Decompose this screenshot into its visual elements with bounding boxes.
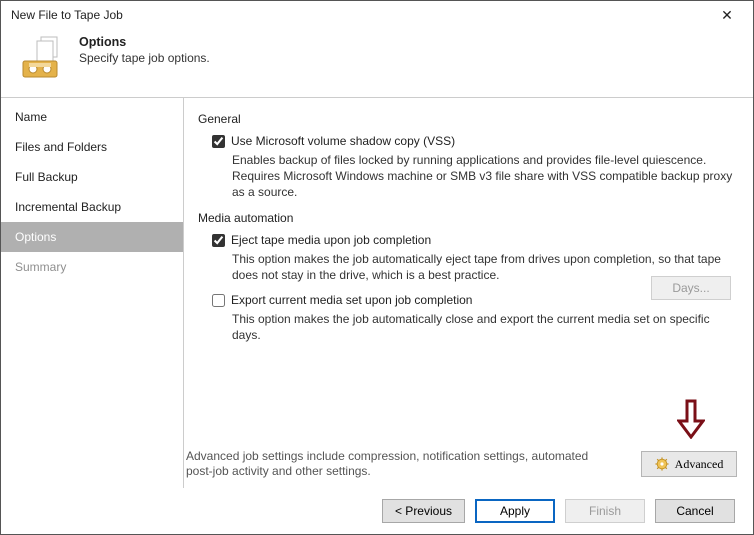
finish-button: Finish	[565, 499, 645, 523]
close-button[interactable]: ✕	[709, 3, 745, 27]
option-vss[interactable]: Use Microsoft volume shadow copy (VSS)	[212, 134, 735, 148]
option-eject[interactable]: Eject tape media upon job completion	[212, 233, 735, 247]
section-media-title: Media automation	[198, 211, 735, 225]
sidebar-item-incremental-backup[interactable]: Incremental Backup	[1, 192, 183, 222]
sidebar-item-options[interactable]: Options	[1, 222, 183, 252]
sidebar-item-files-and-folders[interactable]: Files and Folders	[1, 132, 183, 162]
days-button: Days...	[651, 276, 731, 300]
advanced-button-label: Advanced	[675, 457, 724, 472]
option-vss-desc: Enables backup of files locked by runnin…	[232, 152, 735, 201]
window-title: New File to Tape Job	[11, 8, 123, 22]
option-export-label: Export current media set upon job comple…	[231, 293, 472, 307]
page-heading: Options	[79, 35, 210, 49]
checkbox-vss[interactable]	[212, 135, 225, 148]
section-general-title: General	[198, 112, 735, 126]
gear-icon	[655, 457, 669, 471]
tape-job-icon	[19, 33, 67, 81]
wizard-sidebar: Name Files and Folders Full Backup Incre…	[1, 97, 183, 488]
advanced-button[interactable]: Advanced	[641, 451, 737, 477]
sidebar-item-name[interactable]: Name	[1, 102, 183, 132]
checkbox-eject[interactable]	[212, 234, 225, 247]
sidebar-item-full-backup[interactable]: Full Backup	[1, 162, 183, 192]
sidebar-item-summary[interactable]: Summary	[1, 252, 183, 282]
apply-button[interactable]: Apply	[475, 499, 555, 523]
checkbox-export[interactable]	[212, 294, 225, 307]
option-export-desc: This option makes the job automatically …	[232, 311, 735, 343]
option-vss-label: Use Microsoft volume shadow copy (VSS)	[231, 134, 455, 148]
page-subtitle: Specify tape job options.	[79, 51, 210, 65]
advanced-help-text: Advanced job settings include compressio…	[186, 449, 606, 480]
cancel-button[interactable]: Cancel	[655, 499, 735, 523]
previous-button[interactable]: < Previous	[382, 499, 465, 523]
option-eject-label: Eject tape media upon job completion	[231, 233, 431, 247]
